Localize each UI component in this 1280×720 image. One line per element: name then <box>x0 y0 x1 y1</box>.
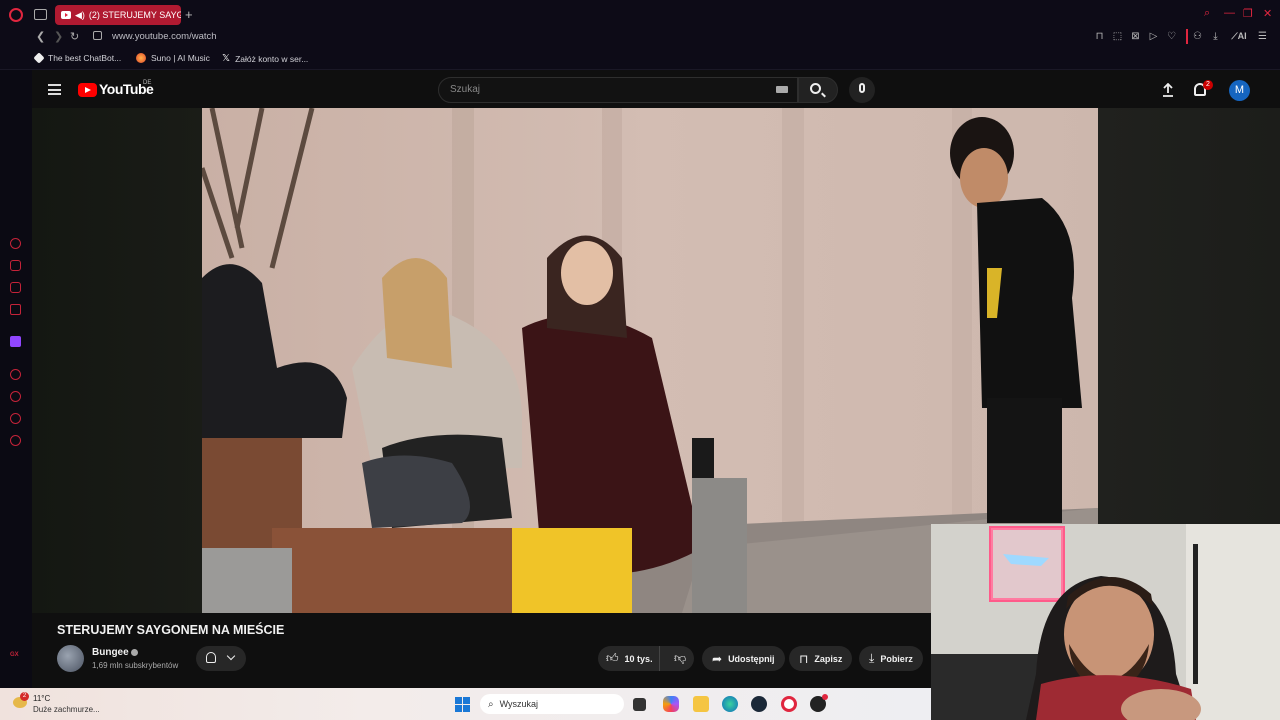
sidebar-messenger-icon[interactable] <box>10 304 21 315</box>
bookmark-chatbot[interactable]: The best ChatBot... <box>33 52 122 64</box>
sidebar-gx-label: GX <box>10 652 19 658</box>
maximize-button[interactable]: ❐ <box>1243 7 1253 20</box>
taskbar-search-placeholder: Wyszukaj <box>499 699 539 709</box>
subscriber-count: 1,69 mln subskrybentów <box>92 661 179 670</box>
bookmark-suno[interactable]: Suno | AI Music <box>136 53 210 63</box>
sidebar-extensions-icon[interactable] <box>10 413 21 424</box>
back-button[interactable]: ❮ <box>36 30 45 43</box>
vpn-icon[interactable]: ⊠ <box>1130 31 1141 42</box>
edge-icon[interactable] <box>722 696 738 712</box>
search-input[interactable]: Szukaj <box>438 77 798 103</box>
folder-icon[interactable] <box>693 696 709 712</box>
snapshot-icon[interactable]: ⬚ <box>1112 31 1123 42</box>
notification-badge: 2 <box>1203 80 1213 90</box>
sidebar-settings-icon[interactable] <box>10 435 21 446</box>
bookmark-label: The best ChatBot... <box>48 53 122 63</box>
search-icon: ⌕ <box>488 698 494 710</box>
thumb-down-icon: 👎︎ <box>673 651 687 665</box>
save-playlist-icon: ⊓ <box>799 651 809 666</box>
sidebar-discord-icon[interactable] <box>10 282 21 293</box>
taskbar-search-input[interactable]: ⌕ Wyszukaj <box>480 694 624 714</box>
channel-name[interactable]: Bungee <box>92 647 129 658</box>
lock-icon[interactable] <box>93 31 102 40</box>
bookmark-label: Załóż konto w ser... <box>235 53 309 64</box>
download-icon[interactable]: ⤓ <box>1210 31 1221 42</box>
thumb-up-icon: 👍︎ <box>606 651 619 665</box>
tab-title: (2) STERUJEMY SAYGONEM NA MIEŚCIE <box>88 10 181 20</box>
x-icon: 𝕏 <box>222 53 231 64</box>
search-icon[interactable] <box>810 83 821 94</box>
bell-icon <box>206 652 216 663</box>
channel-avatar[interactable] <box>57 645 84 672</box>
webcam-overlay <box>931 524 1280 720</box>
create-upload-icon[interactable] <box>1162 83 1174 97</box>
profile-icon[interactable]: ⚇ <box>1192 31 1203 42</box>
youtube-favicon-icon <box>61 11 71 19</box>
aria-ai-icon[interactable]: ⟋AI <box>1228 31 1250 42</box>
webcam-frame <box>931 524 1280 720</box>
player-icon[interactable]: ▷ <box>1148 31 1159 42</box>
save-button[interactable]: ⊓ Zapisz <box>789 646 853 671</box>
share-button[interactable]: ➦ Udostępnij <box>702 646 785 671</box>
toolbar-separator <box>1186 29 1188 44</box>
sidebar-gx-corner-icon[interactable] <box>10 238 21 249</box>
download-button[interactable]: ⤓ Pobierz <box>859 646 923 671</box>
ai-label: AI <box>1237 31 1247 41</box>
windows-start-icon[interactable] <box>455 697 470 712</box>
heart-icon[interactable]: ♡ <box>1166 31 1177 42</box>
like-button[interactable]: 👍︎ 10 tys. <box>598 646 661 671</box>
opera-logo-icon[interactable] <box>9 8 23 22</box>
minimize-button[interactable]: — <box>1224 7 1235 19</box>
file-explorer-icon[interactable] <box>633 698 646 711</box>
obs-recording-dot <box>822 694 828 700</box>
sidebar-history-icon[interactable] <box>10 391 21 402</box>
sidebar-player-icon[interactable] <box>10 369 21 380</box>
menu-icon[interactable]: ☰ <box>1257 31 1268 42</box>
weather-alert-badge: 2 <box>20 692 29 701</box>
account-avatar[interactable]: M <box>1229 80 1250 101</box>
guide-menu-icon[interactable] <box>48 84 61 95</box>
new-tab-button[interactable]: + <box>185 7 193 22</box>
steam-icon[interactable] <box>751 696 767 712</box>
reload-button[interactable]: ↻ <box>70 30 79 43</box>
keyboard-icon[interactable] <box>776 86 788 93</box>
youtube-logo-icon[interactable] <box>78 83 97 97</box>
video-title: STERUJEMY SAYGONEM NA MIEŚCIE <box>57 623 285 637</box>
address-bar[interactable]: www.youtube.com/watch <box>112 31 217 42</box>
weather-description[interactable]: Duże zachmurze... <box>33 705 100 714</box>
weather-temperature[interactable]: 11°C <box>33 694 50 703</box>
like-dislike-group: 👍︎ 10 tys. 👎︎ <box>598 646 694 671</box>
chatbot-icon <box>33 52 45 64</box>
tab-overview-icon[interactable] <box>34 9 47 20</box>
sidebar-twitch-icon[interactable] <box>10 336 21 347</box>
save-label: Zapisz <box>814 653 843 664</box>
download-label: Pobierz <box>880 653 913 664</box>
share-icon: ➦ <box>712 651 723 666</box>
copilot-icon[interactable] <box>663 696 679 712</box>
share-label: Udostępnij <box>728 653 775 664</box>
subscribed-notifications-button[interactable] <box>196 646 246 671</box>
tab-active[interactable]: ◀) (2) STERUJEMY SAYGONEM NA MIEŚCIE <box>55 5 181 25</box>
verified-badge-icon <box>131 649 138 656</box>
search-tabs-icon[interactable]: ⌕ <box>1204 7 1210 20</box>
opera-icon[interactable] <box>781 696 797 712</box>
like-count: 10 tys. <box>624 653 653 664</box>
dislike-button[interactable]: 👎︎ <box>666 646 694 671</box>
speaker-icon[interactable]: ◀) <box>75 10 85 21</box>
forward-button[interactable]: ❯ <box>54 30 63 43</box>
sidebar-gx-control-icon[interactable] <box>10 260 21 271</box>
bookmark-label: Suno | AI Music <box>151 53 210 63</box>
bookmark-x[interactable]: 𝕏 Załóż konto w ser... <box>222 53 308 64</box>
close-button[interactable]: ✕ <box>1263 7 1272 20</box>
suno-icon <box>136 53 146 63</box>
bookmark-icon[interactable]: ⊓ <box>1094 31 1105 42</box>
download-icon: ⤓ <box>869 651 875 665</box>
microphone-icon[interactable] <box>859 83 865 93</box>
country-code: DE <box>143 80 152 86</box>
